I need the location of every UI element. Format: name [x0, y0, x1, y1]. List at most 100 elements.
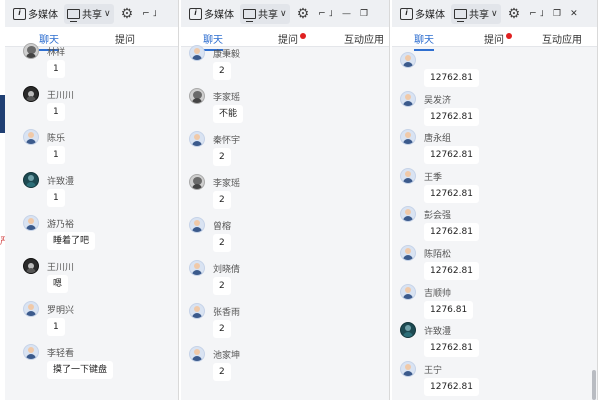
avatar[interactable]: [189, 260, 205, 276]
message-bubble: 1: [47, 318, 65, 336]
gear-icon[interactable]: ⚙: [508, 6, 521, 22]
message-bubble: 1: [47, 60, 65, 78]
notification-dot: [300, 33, 306, 39]
message-bubble: 2: [213, 320, 231, 338]
sender-name: 王川川: [47, 263, 75, 273]
tab-question[interactable]: 提问: [278, 31, 306, 46]
gear-icon[interactable]: ⚙: [121, 6, 134, 22]
message-bubble: 不能: [213, 105, 244, 123]
sender-name: 许致澧: [424, 327, 452, 338]
tab-chat[interactable]: 聊天: [203, 31, 223, 51]
avatar[interactable]: [189, 45, 205, 61]
message-bubble: 睡着了吧: [47, 232, 96, 250]
avatar[interactable]: [23, 301, 39, 317]
sender-name: 陈陌松: [424, 250, 452, 260]
title-bar: i 多媒体 共享 ∨ ⚙ ⌐ ˩ — ❐: [181, 0, 389, 27]
chevron-down-icon[interactable]: ∨: [104, 9, 111, 19]
sender-name: 游乃裕: [47, 220, 75, 230]
restore-icon[interactable]: ❐: [553, 9, 561, 19]
sender-name: 刘晓倩: [213, 265, 241, 275]
avatar[interactable]: [189, 346, 205, 362]
message-bubble: 12762.81: [424, 262, 479, 280]
avatar[interactable]: [189, 174, 205, 190]
avatar[interactable]: [189, 88, 205, 104]
sender-name: 许致澧: [47, 177, 75, 187]
avatar[interactable]: [189, 303, 205, 319]
avatar[interactable]: [23, 43, 39, 59]
avatar[interactable]: [23, 215, 39, 231]
avatar[interactable]: [400, 129, 416, 146]
sender-name: 池家坤: [213, 351, 241, 361]
sender-name: 李轻看: [47, 349, 75, 359]
restore-icon[interactable]: ❐: [360, 9, 368, 19]
tab-question-label: 提问: [278, 35, 298, 46]
avatar[interactable]: [400, 90, 416, 107]
tab-chat[interactable]: 聊天: [414, 31, 434, 51]
chat-window-2: i 多媒体 共享 ∨ ⚙ ⌐ ˩ — ❐ 聊天 提问 互动应用 康秉毅 2 李家瑶 不…: [181, 0, 390, 400]
message-bubble: 2: [213, 148, 231, 166]
avatar[interactable]: [23, 344, 39, 360]
media-button[interactable]: i 多媒体: [397, 4, 448, 24]
sender-name: 李家瑶: [213, 179, 241, 189]
chevron-down-icon[interactable]: ∨: [280, 9, 287, 19]
avatar[interactable]: [23, 86, 39, 102]
share-button[interactable]: 共享 ∨: [64, 3, 114, 24]
tab-bar: 聊天 提问 互动应用: [392, 27, 597, 51]
share-button[interactable]: 共享 ∨: [240, 3, 290, 24]
tab-question[interactable]: 提问: [115, 31, 135, 46]
message-bubble: 12762.81: [424, 377, 479, 396]
avatar[interactable]: [400, 360, 416, 377]
avatar[interactable]: [400, 52, 416, 68]
avatar[interactable]: [400, 167, 416, 184]
avatar[interactable]: [400, 283, 416, 300]
sender-name: 陈乐: [47, 134, 66, 144]
stage: 严 i 多媒体 共享 ∨ ⚙ ⌐ ˩ 聊天 提问 林祥1王川川1陈乐1许致澧1游…: [0, 0, 600, 400]
avatar[interactable]: [400, 245, 416, 261]
message-bubble: 12762.81: [424, 184, 479, 203]
collapse-icon[interactable]: ⌐ ˩: [142, 9, 157, 19]
message-bubble: 2: [213, 277, 231, 295]
scrollbar-thumb[interactable]: [592, 370, 596, 400]
gear-icon[interactable]: ⚙: [297, 6, 310, 22]
minimize-icon[interactable]: —: [342, 9, 351, 19]
media-label: 多媒体: [204, 10, 234, 21]
collapse-icon[interactable]: ⌐ ˩: [318, 9, 333, 19]
media-button[interactable]: i 多媒体: [186, 4, 237, 24]
title-bar: i 多媒体 共享 ∨ ⚙ ⌐ ˩ ❐ ✕: [392, 0, 597, 27]
sender-name: 王宁: [424, 365, 443, 376]
sender-name: 唐永组: [424, 134, 452, 145]
message-bubble: 嗯: [47, 275, 69, 293]
tab-interact[interactable]: 互动应用: [344, 31, 384, 46]
avatar[interactable]: [23, 258, 39, 274]
message-bubble: 2: [213, 234, 231, 252]
media-icon: i: [400, 7, 413, 20]
sender-name: 王季: [424, 172, 443, 183]
message-bubble: 2: [213, 363, 231, 381]
close-icon[interactable]: ✕: [570, 9, 578, 19]
sender-name: 张香雨: [213, 308, 241, 318]
tab-bar: 聊天 提问 互动应用: [181, 27, 389, 51]
chevron-down-icon[interactable]: ∨: [491, 9, 498, 19]
message-bubble: 2: [213, 62, 231, 80]
tab-question[interactable]: 提问: [484, 31, 512, 46]
message-bubble: 12762.81: [424, 339, 479, 358]
sender-name: 林祥: [47, 48, 66, 58]
message-bubble: 12762.81: [424, 223, 479, 242]
collapse-icon[interactable]: ⌐ ˩: [529, 9, 544, 19]
avatar[interactable]: [189, 217, 205, 233]
sender-name: 吉顺帅: [424, 288, 452, 299]
share-button[interactable]: 共享 ∨: [451, 3, 501, 24]
avatar[interactable]: [23, 129, 39, 145]
sender-name: 秦怀宇: [213, 136, 241, 146]
tab-interact[interactable]: 互动应用: [542, 31, 582, 46]
avatar[interactable]: [23, 172, 39, 188]
avatar[interactable]: [189, 131, 205, 147]
tab-chat[interactable]: 聊天: [39, 31, 59, 51]
sender-name: 康秉毅: [213, 50, 241, 60]
sender-name: 吴发济: [424, 95, 452, 106]
message-bubble: 1: [47, 189, 65, 207]
media-button[interactable]: i 多媒体: [10, 4, 61, 24]
avatar[interactable]: [400, 322, 416, 339]
avatar[interactable]: [400, 206, 416, 223]
sender-name: 曾榕: [213, 222, 232, 232]
